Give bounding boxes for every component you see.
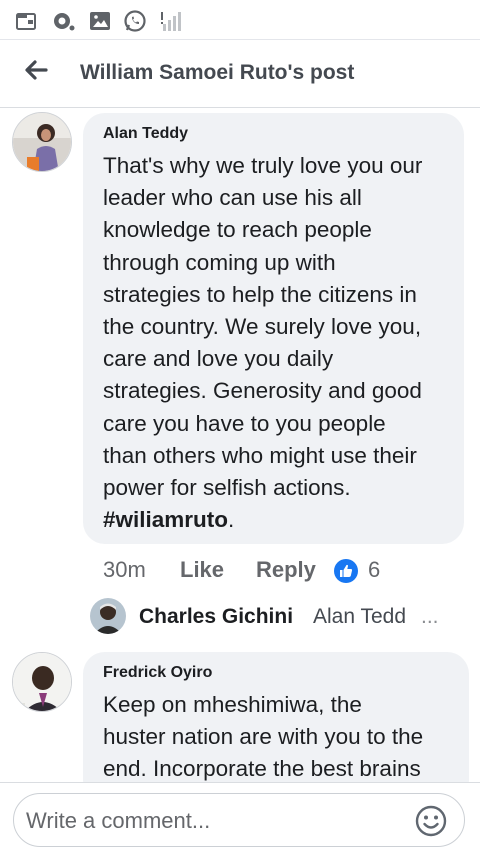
comment-line: #wiliamruto. [103, 504, 422, 536]
comment-line: That's why we truly love you our [103, 153, 423, 178]
comment-line: than others who might use their [103, 442, 417, 468]
page-title: William Samoei Ruto's post [80, 61, 355, 84]
comment-line: through coming up with [103, 249, 336, 275]
reply-author[interactable]: Charles Gichini [139, 605, 293, 629]
reply-button[interactable]: Reply [256, 557, 316, 583]
no-signal-icon [159, 9, 183, 33]
comment-line: Keep on mheshimiwa, the [103, 692, 362, 717]
reaction-count[interactable]: 6 [368, 557, 380, 583]
reply-snippet[interactable]: Alan Tedd [313, 605, 406, 629]
comment-composer: Write a comment... [0, 782, 480, 854]
comment-author[interactable]: Fredrick Oyiro [103, 664, 212, 682]
avatar[interactable] [90, 598, 126, 634]
comment-text: That's why we truly love you our leader … [103, 150, 422, 536]
like-button[interactable]: Like [180, 557, 224, 583]
comment-line: knowledge to reach people [103, 217, 372, 243]
arrow-left-icon[interactable] [20, 54, 52, 86]
avatar[interactable] [12, 652, 72, 712]
comment-placeholder: Write a comment... [26, 808, 211, 833]
comment-timestamp: 30m [103, 557, 146, 582]
comment-line: care you have to you people [103, 410, 386, 436]
hashtag-link[interactable]: #wiliamruto [103, 507, 228, 532]
comment-bubble: Alan Teddy That's why we truly love you … [83, 113, 464, 544]
whatsapp-icon [123, 9, 147, 33]
comment-line: huster nation are with you to the [103, 724, 424, 750]
comment-text: Keep on mheshimiwa, the huster nation ar… [103, 689, 423, 786]
status-bar [0, 0, 480, 40]
comment-line: the country. We surely love you, [103, 314, 422, 340]
comment-line: care and love you daily [103, 346, 334, 372]
camera-notification-icon [51, 9, 75, 33]
comment-author[interactable]: Alan Teddy [103, 125, 188, 143]
image-icon [88, 9, 112, 33]
comment-line: end. Incorporate the best brains [103, 756, 421, 782]
smiley-icon[interactable] [414, 804, 448, 838]
post-header: William Samoei Ruto's post [0, 40, 480, 108]
hashtag-suffix: . [228, 507, 235, 533]
comment-line: strategies. Generosity and good [103, 378, 422, 404]
wallet-icon [14, 9, 38, 33]
avatar[interactable] [12, 112, 72, 172]
comment-line: leader who can use his all [103, 185, 362, 211]
comment-line: power for selfish actions. [103, 475, 351, 501]
thumbs-up-icon[interactable] [334, 559, 358, 583]
comment-line: strategies to help the citizens in [103, 281, 417, 307]
comment-input[interactable]: Write a comment... [13, 793, 465, 847]
reply-ellipsis: ... [421, 605, 439, 628]
comment-bubble: Fredrick Oyiro Keep on mheshimiwa, the h… [83, 652, 469, 802]
